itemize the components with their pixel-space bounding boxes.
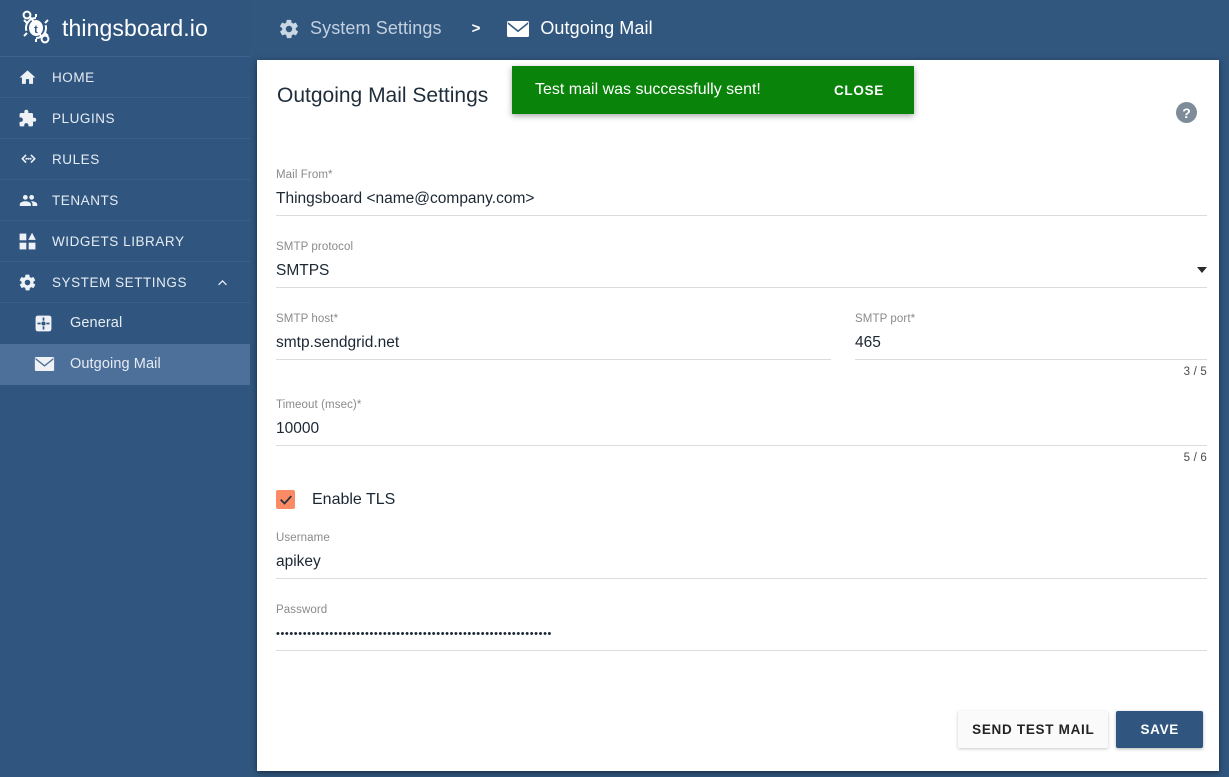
checkmark-icon <box>276 490 295 509</box>
code-brackets-icon <box>18 149 44 169</box>
mail-from-input[interactable]: Thingsboard <name@company.com> <box>276 189 1207 216</box>
sidebar-subitem-label: General <box>70 315 123 331</box>
sidebar-item-widgets-library[interactable]: WIDGETS LIBRARY <box>0 221 250 262</box>
sidebar: t thingsboard.io HOME PLUGINS RULES TENA… <box>0 0 250 777</box>
mail-from-label: Mail From* <box>276 168 1207 182</box>
sidebar-item-system-settings[interactable]: SYSTEM SETTINGS <box>0 262 250 303</box>
field-timeout: Timeout (msec)* 10000 5 / 6 <box>276 398 1207 464</box>
label-text: Timeout (msec) <box>276 399 357 411</box>
required-marker: * <box>328 169 333 181</box>
username-input[interactable]: apikey <box>276 552 1207 579</box>
sidebar-subitem-label: Outgoing Mail <box>70 356 161 372</box>
app-root: t thingsboard.io HOME PLUGINS RULES TENA… <box>0 0 1229 777</box>
smtp-port-input[interactable]: 465 <box>855 333 1207 360</box>
field-username: Username apikey <box>276 531 1207 579</box>
main-area: System Settings > Outgoing Mail Outgoing… <box>250 0 1229 777</box>
page-title: Outgoing Mail Settings <box>277 84 489 107</box>
label-text: Mail From <box>276 169 329 181</box>
breadcrumb-label: Outgoing Mail <box>540 18 653 38</box>
smtp-port-label: SMTP port* <box>855 312 1207 326</box>
breadcrumb-item-outgoing-mail[interactable]: Outgoing Mail <box>506 18 653 39</box>
chevron-down-icon[interactable] <box>1197 267 1207 273</box>
gear-icon <box>18 272 44 292</box>
timeout-label: Timeout (msec)* <box>276 398 1207 412</box>
toast-notification: Test mail was successfully sent! CLOSE <box>512 66 914 114</box>
brand[interactable]: t thingsboard.io <box>0 0 250 57</box>
save-button[interactable]: SAVE <box>1116 711 1203 748</box>
sidebar-item-tenants[interactable]: TENANTS <box>0 180 250 221</box>
card-actions: SEND TEST MAIL SAVE <box>958 711 1203 748</box>
smtp-host-label: SMTP host* <box>276 312 831 326</box>
field-smtp-host: SMTP host* smtp.sendgrid.net <box>276 312 831 378</box>
required-marker: * <box>356 399 362 411</box>
people-icon <box>18 190 44 210</box>
field-password: Password •••••••••••••••••••••••••••••••… <box>276 603 1207 651</box>
question-mark-icon[interactable]: ? <box>1176 102 1197 123</box>
smtp-host-port-row: SMTP host* smtp.sendgrid.net SMTP port* … <box>276 312 1207 378</box>
brand-name: thingsboard.io <box>62 14 208 41</box>
svg-text:t: t <box>34 24 38 36</box>
sidebar-item-label: WIDGETS LIBRARY <box>52 233 185 249</box>
gear-icon <box>278 18 300 40</box>
smtp-protocol-select[interactable]: SMTPS <box>276 261 1207 288</box>
required-marker: * <box>910 313 916 325</box>
toast-message: Test mail was successfully sent! <box>535 81 761 98</box>
sidebar-item-plugins[interactable]: PLUGINS <box>0 98 250 139</box>
home-icon <box>18 67 44 87</box>
breadcrumb-item-system-settings[interactable]: System Settings <box>278 18 442 40</box>
password-input[interactable]: ••••••••••••••••••••••••••••••••••••••••… <box>276 624 1207 651</box>
sidebar-item-home[interactable]: HOME <box>0 57 250 98</box>
smtp-protocol-label: SMTP protocol <box>276 241 354 253</box>
puzzle-icon <box>18 108 44 128</box>
toast-close-button[interactable]: CLOSE <box>828 82 890 99</box>
field-mail-from: Mail From* Thingsboard <name@company.com… <box>276 168 1207 216</box>
sidebar-item-outgoing-mail[interactable]: Outgoing Mail <box>0 344 250 385</box>
settings-card: Outgoing Mail Settings ? Mail From* Thin… <box>257 60 1219 771</box>
field-smtp-port: SMTP port* 465 3 / 5 <box>855 312 1207 378</box>
sidebar-item-label: SYSTEM SETTINGS <box>52 274 188 290</box>
thingsboard-logo-icon: t <box>14 8 58 48</box>
topbar: System Settings > Outgoing Mail <box>250 0 1229 57</box>
outgoing-mail-form: Mail From* Thingsboard <name@company.com… <box>276 168 1207 651</box>
sidebar-item-label: PLUGINS <box>52 110 116 126</box>
required-marker: * <box>333 313 339 325</box>
label-text: SMTP port <box>855 313 911 325</box>
timeout-input[interactable]: 10000 <box>276 419 1207 446</box>
breadcrumb-separator: > <box>471 20 481 37</box>
password-label: Password <box>276 604 328 616</box>
timeout-counter: 5 / 6 <box>1183 452 1207 464</box>
label-text: SMTP host <box>276 313 334 325</box>
settings-general-icon <box>34 313 58 333</box>
sidebar-item-label: RULES <box>52 151 100 167</box>
send-test-mail-button[interactable]: SEND TEST MAIL <box>958 711 1109 748</box>
smtp-host-input[interactable]: smtp.sendgrid.net <box>276 333 831 360</box>
field-smtp-protocol: SMTP protocol SMTPS <box>276 240 1207 288</box>
breadcrumb-label: System Settings <box>310 18 442 38</box>
sidebar-nav: HOME PLUGINS RULES TENANTS WIDGETS LIBRA… <box>0 57 250 385</box>
mail-icon <box>506 19 530 39</box>
widgets-icon <box>18 231 44 251</box>
chevron-up-icon[interactable] <box>215 275 230 290</box>
username-label: Username <box>276 532 330 544</box>
mail-icon <box>34 354 58 374</box>
sidebar-item-label: HOME <box>52 69 95 85</box>
enable-tls-label: Enable TLS <box>312 490 396 508</box>
sidebar-item-general[interactable]: General <box>0 303 250 344</box>
smtp-port-counter: 3 / 5 <box>1183 366 1207 378</box>
sidebar-item-label: TENANTS <box>52 192 119 208</box>
smtp-protocol-value: SMTPS <box>276 262 330 279</box>
enable-tls-checkbox[interactable]: Enable TLS <box>276 490 1207 509</box>
sidebar-item-rules[interactable]: RULES <box>0 139 250 180</box>
